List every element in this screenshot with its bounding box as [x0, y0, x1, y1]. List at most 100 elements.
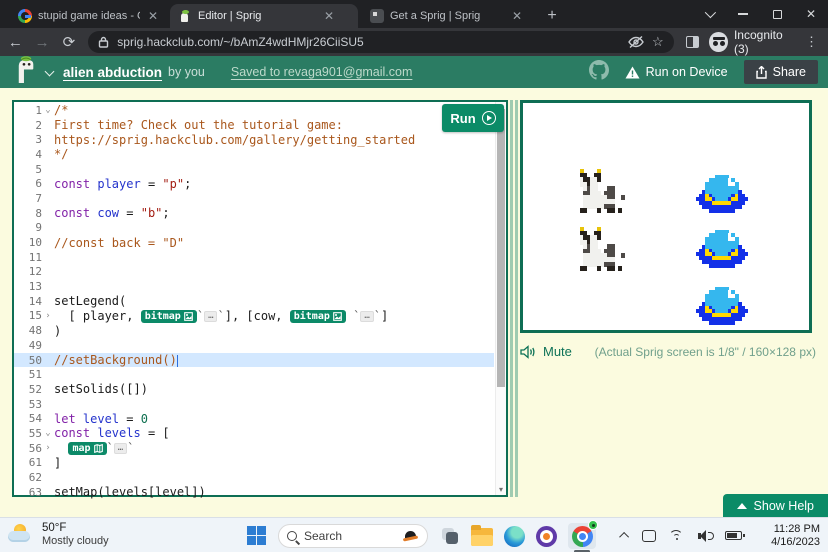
collapsed-code-ellipsis[interactable]: … [360, 311, 373, 322]
code-line-56[interactable]: 56› map`…` [14, 441, 494, 456]
chevron-up-icon [737, 503, 747, 509]
taskbar-clock[interactable]: 11:28 PM 4/16/2023 [771, 523, 820, 549]
battery-icon[interactable] [725, 531, 742, 540]
google-favicon [18, 9, 32, 23]
code-text: setSolids([]) [54, 382, 494, 396]
bitmap-widget-button[interactable]: bitmap [141, 310, 197, 323]
code-line-2[interactable]: 2First time? Check out the tutorial game… [14, 118, 494, 133]
tray-overflow-chevron-icon[interactable] [619, 532, 629, 542]
game-title[interactable]: alien abduction [63, 65, 162, 80]
fold-toggle-icon[interactable]: ⌄ [42, 105, 54, 115]
share-button[interactable]: Share [744, 60, 818, 84]
file-explorer-icon[interactable] [471, 528, 493, 546]
tab-get-a-sprig[interactable]: Get a Sprig | Sprig ✕ [362, 4, 532, 28]
close-button[interactable]: ✕ [794, 0, 828, 28]
address-bar[interactable]: sprig.hackclub.com/~/bAmZ4wdHMjr26CiiSU5… [88, 31, 673, 53]
code-line-53[interactable]: 53 [14, 397, 494, 412]
code-text: setLegend( [54, 294, 494, 308]
tab-close-icon[interactable]: ✕ [322, 9, 336, 23]
fold-toggle-icon[interactable]: › [42, 443, 54, 453]
bookmark-star-icon[interactable]: ☆ [652, 34, 664, 50]
new-tab-button[interactable]: + [540, 4, 564, 28]
saved-to-link[interactable]: Saved to revaga901@gmail.com [231, 65, 413, 79]
tab-title: Get a Sprig | Sprig [390, 10, 504, 22]
tab-sprig-editor[interactable]: Editor | Sprig ✕ [170, 4, 358, 28]
tray-window-icon[interactable] [642, 530, 656, 542]
code-line-6[interactable]: 6const player = "p"; [14, 176, 494, 191]
code-line-49[interactable]: 49 [14, 338, 494, 353]
panel-resizer-handle[interactable] [510, 100, 518, 497]
code-line-1[interactable]: 1⌄/* [14, 103, 494, 118]
warning-icon [625, 66, 640, 79]
code-line-3[interactable]: 3https://sprig.hackclub.com/gallery/gett… [14, 132, 494, 147]
code-line-5[interactable]: 5 [14, 162, 494, 177]
code-line-15[interactable]: 15› [ player, bitmap`…`], [cow, bitmap `… [14, 309, 494, 324]
code-line-48[interactable]: 48) [14, 323, 494, 338]
browser-menu-icon[interactable]: ⋮ [805, 34, 818, 50]
line-number: 63 [14, 486, 42, 499]
minimize-button[interactable] [726, 0, 760, 28]
code-line-11[interactable]: 11 [14, 250, 494, 265]
code-line-14[interactable]: 14setLegend( [14, 294, 494, 309]
code-line-52[interactable]: 52setSolids([]) [14, 382, 494, 397]
mute-button[interactable]: Mute [543, 344, 572, 359]
incognito-badge[interactable]: Incognito (3) [709, 28, 797, 56]
eye-off-icon[interactable] [628, 35, 644, 49]
github-icon[interactable] [589, 60, 609, 85]
collapsed-code-ellipsis[interactable]: … [204, 311, 217, 322]
run-on-device-button[interactable]: Run on Device [625, 65, 728, 79]
reload-button[interactable]: ⟳ [58, 30, 81, 54]
collapsed-code-ellipsis[interactable]: … [114, 443, 127, 454]
scrollbar-down-arrow[interactable]: ▾ [496, 485, 506, 494]
side-panel-icon[interactable] [686, 36, 699, 48]
chrome-icon[interactable] [568, 523, 596, 549]
weather-widget[interactable]: 50°F Mostly cloudy [8, 522, 109, 548]
code-line-13[interactable]: 13 [14, 279, 494, 294]
speaker-icon[interactable] [520, 345, 537, 359]
security-app-icon[interactable] [536, 526, 557, 547]
taskbar-search[interactable]: Search [278, 524, 428, 548]
maximize-button[interactable] [760, 0, 794, 28]
url-text: sprig.hackclub.com/~/bAmZ4wdHMjr26CiiSU5 [117, 35, 620, 49]
tab-close-icon[interactable]: ✕ [510, 9, 524, 23]
chevron-down-icon[interactable] [45, 66, 55, 76]
tab-search-chevron-icon[interactable] [692, 0, 726, 28]
code-line-9[interactable]: 9 [14, 221, 494, 236]
scrollbar-thumb[interactable] [497, 109, 505, 387]
code-editor[interactable]: 1⌄/*2First time? Check out the tutorial … [12, 100, 508, 497]
code-line-62[interactable]: 62 [14, 470, 494, 485]
editor-scrollbar[interactable]: ▾ [495, 102, 506, 495]
sprig-dino-logo[interactable] [12, 56, 38, 88]
token: let [54, 412, 76, 426]
back-button[interactable]: ← [4, 30, 27, 54]
tab-google-search[interactable]: stupid game ideas - Google Search ✕ [10, 4, 168, 28]
fold-toggle-icon[interactable]: ⌄ [42, 428, 54, 438]
fold-toggle-icon[interactable]: › [42, 311, 54, 321]
code-line-12[interactable]: 12 [14, 265, 494, 280]
code-line-7[interactable]: 7 [14, 191, 494, 206]
weather-temperature: 50°F [42, 522, 109, 535]
bitmap-widget-button[interactable]: bitmap [290, 310, 346, 323]
forward-button[interactable]: → [31, 30, 54, 54]
run-button[interactable]: Run [442, 104, 504, 132]
edge-browser-icon[interactable] [504, 526, 525, 547]
wifi-icon[interactable] [669, 530, 685, 542]
windows-start-button[interactable] [247, 526, 266, 545]
code-line-61[interactable]: 61] [14, 456, 494, 471]
task-view-button[interactable] [440, 526, 460, 546]
volume-icon[interactable] [698, 530, 712, 542]
code-line-54[interactable]: 54let level = 0 [14, 411, 494, 426]
code-line-51[interactable]: 51 [14, 367, 494, 382]
game-screen[interactable] [520, 100, 812, 333]
tab-close-icon[interactable]: ✕ [146, 9, 160, 23]
share-icon [756, 66, 767, 79]
code-line-50[interactable]: 50//setBackground() [14, 353, 494, 368]
code-line-10[interactable]: 10//const back = "D" [14, 235, 494, 250]
map-widget-button[interactable]: map [68, 442, 106, 455]
code-line-63[interactable]: 63setMap(levels[level]) [14, 485, 494, 500]
code-line-8[interactable]: 8const cow = "b"; [14, 206, 494, 221]
code-line-4[interactable]: 4*/ [14, 147, 494, 162]
code-line-55[interactable]: 55⌄const levels = [ [14, 426, 494, 441]
show-help-button[interactable]: Show Help [723, 494, 828, 517]
line-number: 56 [14, 442, 42, 455]
